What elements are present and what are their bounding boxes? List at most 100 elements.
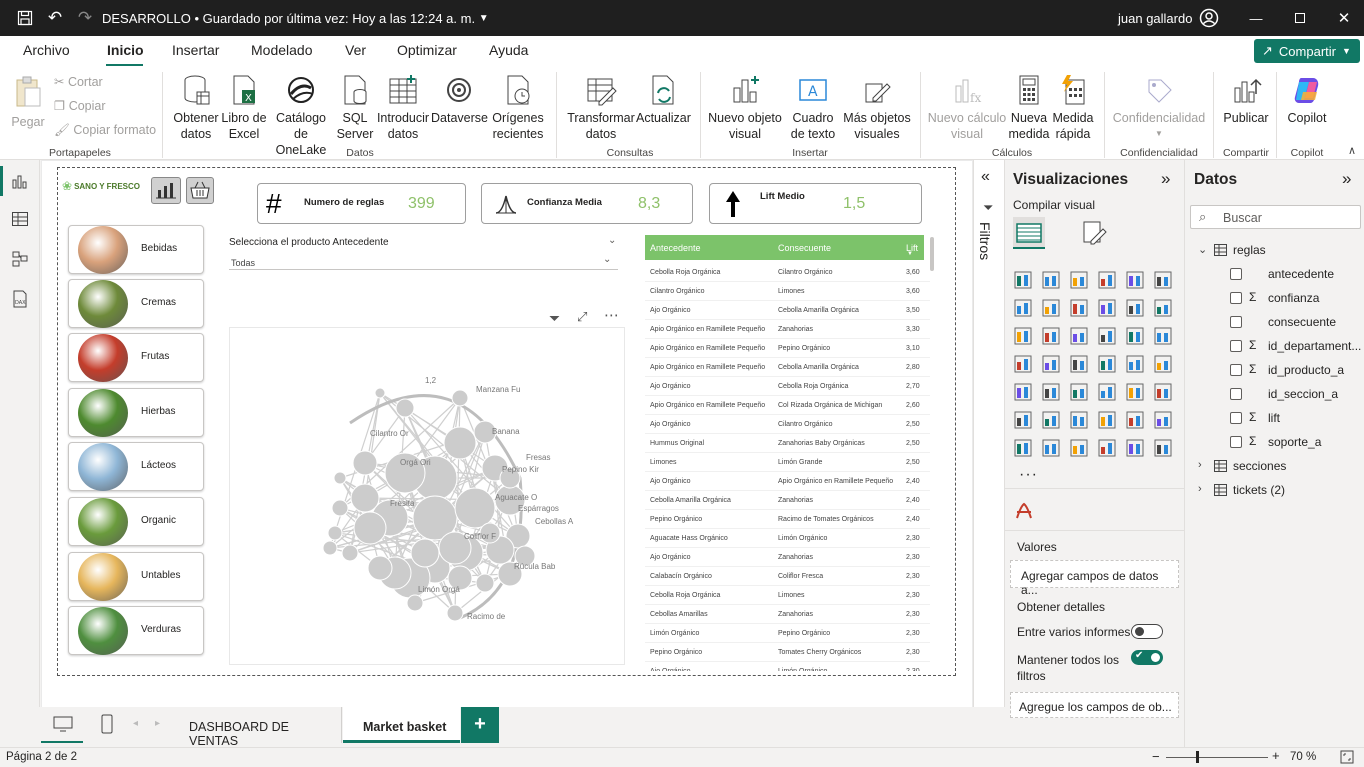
zoom-in-icon[interactable]: +	[1272, 748, 1280, 763]
expand-filters-icon[interactable]: «	[981, 168, 990, 186]
scroll-left-icon[interactable]: ◂	[133, 718, 138, 729]
graph-node[interactable]	[341, 544, 359, 562]
tab-archivo[interactable]: Archivo	[23, 42, 70, 58]
table-row[interactable]: Ajo Orgánico Cebolla Roja Orgánica 2,70	[645, 377, 930, 396]
category-hierbas[interactable]: Hierbas	[68, 388, 204, 437]
area-chart-icon[interactable]	[1041, 298, 1061, 318]
tab-modelado[interactable]: Modelado	[251, 42, 313, 58]
table-row[interactable]: Limón Orgánico Pepino Orgánico 2,30	[645, 624, 930, 643]
table-row[interactable]: Ajo Orgánico Zanahorias 2,30	[645, 548, 930, 567]
stacked-area-icon[interactable]	[1069, 298, 1089, 318]
table-view-icon[interactable]	[11, 210, 29, 233]
enter-data-button[interactable]: Introducir datos	[376, 74, 430, 142]
graph-node[interactable]	[367, 555, 393, 581]
table-row[interactable]: Cebolla Roja Orgánica Cilantro Orgánico 3,…	[645, 263, 930, 282]
paginated-icon[interactable]	[1013, 438, 1033, 458]
table-icon[interactable]	[1097, 382, 1117, 402]
more-options-icon[interactable]: ⋯	[604, 306, 620, 324]
desktop-layout-icon[interactable]	[53, 716, 73, 737]
table-scrollbar[interactable]	[930, 237, 934, 271]
matrix-icon[interactable]	[1125, 382, 1145, 402]
field-item[interactable]: Σid_departament...	[1230, 338, 1362, 358]
paste-button[interactable]: Pegar	[10, 76, 46, 130]
field-checkbox[interactable]	[1230, 412, 1242, 424]
graph-node[interactable]	[406, 594, 424, 612]
build-visual-tab[interactable]	[1013, 217, 1045, 249]
graph-node[interactable]	[322, 540, 338, 556]
waterfall-icon[interactable]	[1125, 298, 1145, 318]
tab-ver[interactable]: Ver	[345, 42, 366, 58]
100-bar-icon[interactable]	[1125, 270, 1145, 290]
table-node-reglas[interactable]: ⌄ reglas	[1198, 242, 1358, 262]
stacked-bar-icon[interactable]	[1013, 270, 1033, 290]
rules-table[interactable]: Antecedente Consecuente Lift ▼ Cebolla R…	[645, 235, 938, 671]
donut-chart-icon[interactable]	[1153, 326, 1173, 346]
funnel-icon[interactable]	[1069, 326, 1089, 346]
filter-icon[interactable]: ⏷	[549, 310, 560, 327]
python-visual-icon[interactable]	[1013, 500, 1035, 527]
key-influencers-icon[interactable]	[1041, 410, 1061, 430]
category-cremas[interactable]: Cremas	[68, 279, 204, 328]
publish-button[interactable]: Publicar	[1220, 74, 1272, 126]
table-row[interactable]: Limones Limón Grande 2,50	[645, 453, 930, 472]
chevron-up-icon[interactable]: ⌄	[608, 235, 616, 246]
table-row[interactable]: Ajo Orgánico Cebolla Amarilla Orgánica 3,5…	[645, 301, 930, 320]
combo-chart-icon[interactable]	[1013, 326, 1033, 346]
new-calc-button[interactable]: fx Nuevo cálculo visual	[926, 74, 1008, 142]
refresh-button[interactable]: Actualizar	[636, 74, 691, 126]
gauge-icon[interactable]	[1125, 354, 1145, 374]
table-row[interactable]: Ajo Orgánico Apio Orgánico en Ramillete P…	[645, 472, 930, 491]
category-frutas[interactable]: Frutas	[68, 333, 204, 382]
filters-label[interactable]: Filtros	[977, 222, 993, 260]
card-icon[interactable]	[1153, 354, 1173, 374]
table-row[interactable]: Apio Orgánico en Ramillete Pequeño Pepino…	[645, 339, 930, 358]
field-checkbox[interactable]	[1230, 268, 1242, 280]
field-checkbox[interactable]	[1230, 364, 1242, 376]
collapse-ribbon-icon[interactable]: ∧	[1348, 144, 1356, 157]
field-checkbox[interactable]	[1230, 316, 1242, 328]
tab-optimizar[interactable]: Optimizar	[397, 42, 457, 58]
graph-node[interactable]	[333, 471, 347, 485]
avatar-icon[interactable]	[1198, 0, 1220, 36]
recent-sources-button[interactable]: Orígenes recientes	[488, 74, 548, 142]
copy-button[interactable]: ❐ Copiar	[54, 98, 106, 114]
table-row[interactable]: Ajo Orgánico Limón Orgánico 2,30	[645, 662, 930, 671]
nav-analytics-button[interactable]	[151, 177, 181, 204]
category-lacteos[interactable]: Lácteos	[68, 442, 204, 491]
graph-node[interactable]	[446, 604, 464, 622]
map-icon[interactable]	[1041, 354, 1061, 374]
redo-icon[interactable]: ↷	[74, 0, 96, 36]
new-measure-button[interactable]: Nueva medida	[1008, 74, 1050, 142]
field-item[interactable]: Σlift	[1230, 410, 1362, 430]
line-chart-icon[interactable]	[1013, 298, 1033, 318]
table-row[interactable]: Pepino Orgánico Racimo de Tomates Orgánic…	[645, 510, 930, 529]
slicer-icon[interactable]	[1069, 382, 1089, 402]
format-painter-button[interactable]: 🖌 Copiar formato	[54, 122, 156, 138]
field-checkbox[interactable]	[1230, 292, 1242, 304]
nav-basket-button[interactable]	[186, 177, 214, 204]
save-icon[interactable]	[14, 0, 36, 36]
dax-query-view-icon[interactable]: DAX	[11, 290, 29, 313]
table-row[interactable]: Cebolla Roja Orgánica Limones 2,30	[645, 586, 930, 605]
zoom-slider-track[interactable]	[1166, 757, 1268, 758]
more-visuals-icon[interactable]: ···	[1019, 466, 1038, 484]
restore-icon[interactable]	[1290, 0, 1310, 36]
tab-insertar[interactable]: Insertar	[172, 42, 219, 58]
network-graph-visual[interactable]: 1,2 Manzana Fu Banana Fresas Pepino Kir Aguac…	[229, 327, 625, 665]
graph-node[interactable]	[352, 450, 378, 476]
zoom-out-icon[interactable]: −	[1152, 749, 1160, 764]
mobile-layout-icon[interactable]	[101, 714, 113, 739]
funnel-chart-icon[interactable]	[1153, 298, 1173, 318]
sql-button[interactable]: SQL Server	[336, 74, 374, 142]
field-checkbox[interactable]	[1230, 340, 1242, 352]
column-header-antecedente[interactable]: Antecedente	[645, 235, 775, 260]
graph-node[interactable]	[451, 389, 469, 407]
report-view-icon[interactable]	[11, 172, 29, 195]
power-apps-diamond-icon[interactable]	[1125, 438, 1145, 458]
table-node-tickets[interactable]: › tickets (2)	[1198, 482, 1358, 502]
table-row[interactable]: Apio Orgánico en Ramillete Pequeño Ceboll…	[645, 358, 930, 377]
copilot-button[interactable]: Copilot	[1282, 74, 1332, 126]
search-input[interactable]: ⌕ Buscar	[1190, 205, 1361, 229]
table-row[interactable]: Apio Orgánico en Ramillete Pequeño Zanaho…	[645, 320, 930, 339]
table-row[interactable]: Pepino Orgánico Tomates Cherry Orgánicos 2…	[645, 643, 930, 662]
